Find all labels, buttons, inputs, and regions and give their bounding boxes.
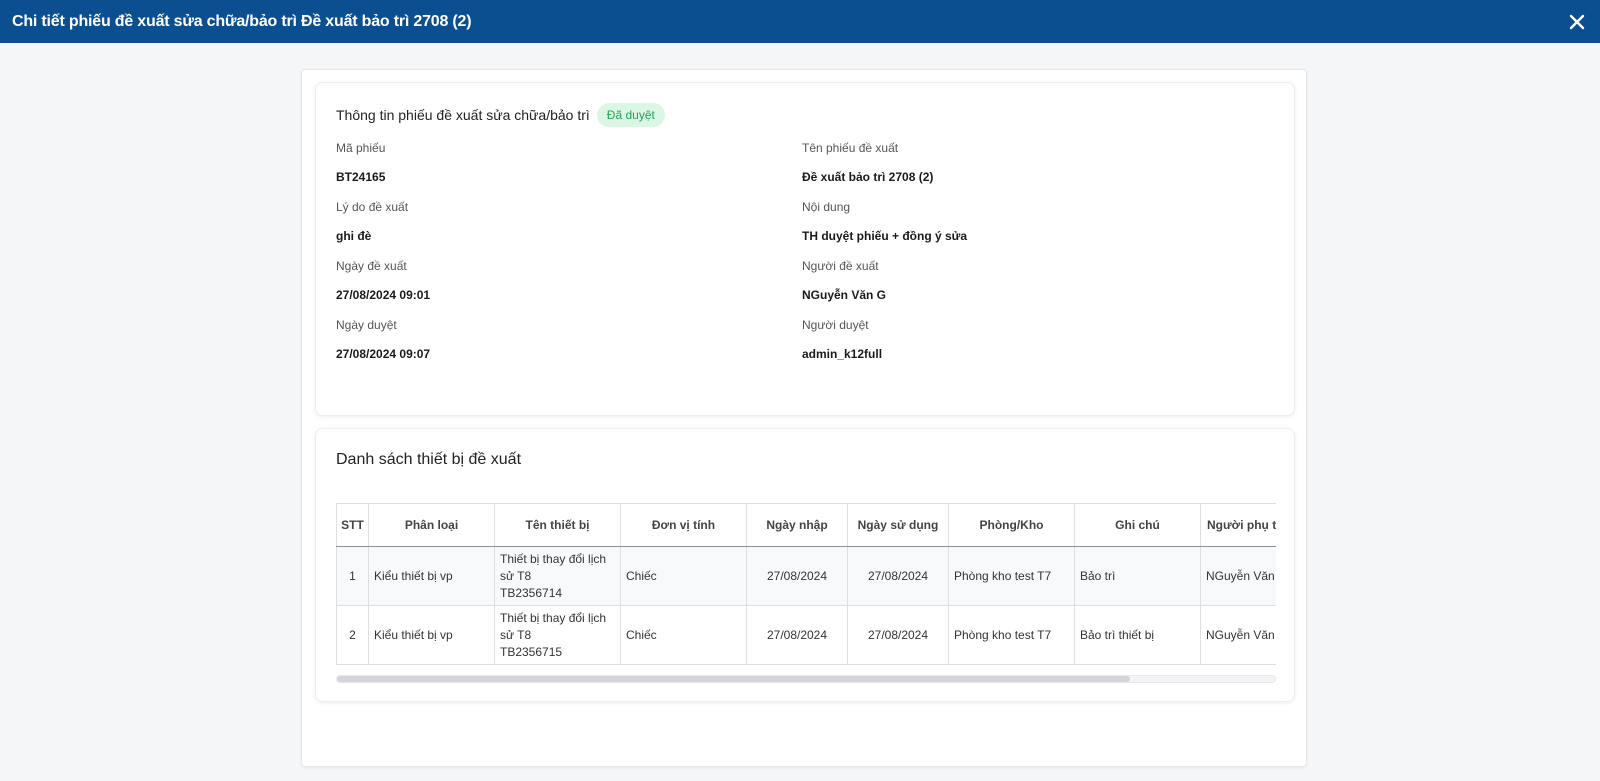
column-header: Ghi chú: [1074, 503, 1201, 547]
close-icon: [1569, 14, 1585, 29]
table-row[interactable]: 2 Kiểu thiết bị vp Thiết bị thay đổi lịc…: [336, 605, 1276, 665]
cell-stt: 1: [336, 546, 369, 606]
field-label: Tên phiếu đề xuất: [802, 141, 899, 155]
device-code: TB2356715: [500, 644, 563, 659]
column-header: Phòng/Kho: [948, 503, 1075, 547]
column-header: Tên thiết bị: [494, 503, 621, 547]
device-list-card: Danh sách thiết bị đề xuất STT Phân loại…: [315, 428, 1295, 702]
field-label: Nội dung: [802, 200, 851, 214]
cell-note: Bảo trì: [1074, 546, 1201, 606]
field-nguoi-de-xuat: Người đề xuất NGuyễn Văn G: [802, 259, 1242, 302]
field-value: admin_k12full: [802, 347, 883, 361]
device-list-title: Danh sách thiết bị đề xuất: [336, 451, 522, 468]
cell-import-date: 27/08/2024: [746, 546, 848, 606]
info-title: Thông tin phiếu đề xuất sửa chữa/bảo trì: [336, 107, 590, 123]
horizontal-scrollbar[interactable]: [336, 675, 1276, 683]
field-value: NGuyễn Văn G: [802, 288, 887, 302]
field-value: 27/08/2024 09:07: [336, 347, 431, 361]
device-name: Thiết bị thay đổi lịch sử T8: [500, 610, 607, 642]
field-ly-do: Lý do đề xuất ghi đè: [336, 200, 776, 243]
scrollbar-thumb[interactable]: [337, 676, 1130, 682]
field-noi-dung: Nội dung TH duyệt phiếu + đồng ý sửa: [802, 200, 1242, 243]
info-card: Thông tin phiếu đề xuất sửa chữa/bảo trì…: [315, 82, 1295, 416]
table-row[interactable]: 1 Kiểu thiết bị vp Thiết bị thay đổi lịc…: [336, 546, 1276, 606]
status-badge: Đã duyệt: [596, 103, 665, 127]
field-ma-phieu: Mã phiếu BT24165: [336, 141, 776, 184]
field-ten-phieu: Tên phiếu đề xuất Đề xuất bảo trì 2708 (…: [802, 141, 1242, 184]
cell-stt: 2: [336, 605, 369, 665]
cell-device-name: Thiết bị thay đổi lịch sử T8 TB2356715: [494, 605, 621, 665]
field-value: 27/08/2024 09:01: [336, 288, 431, 302]
device-name: Thiết bị thay đổi lịch sử T8: [500, 551, 607, 583]
field-value: BT24165: [336, 170, 386, 184]
device-code: TB2356714: [500, 585, 563, 600]
field-value: TH duyệt phiếu + đồng ý sửa: [802, 229, 968, 243]
field-label: Ngày đề xuất: [336, 259, 407, 273]
cell-category: Kiểu thiết bị vp: [368, 605, 495, 665]
cell-unit: Chiếc: [620, 546, 747, 606]
detail-sheet: Thông tin phiếu đề xuất sửa chữa/bảo trì…: [301, 69, 1307, 767]
field-label: Mã phiếu: [336, 141, 386, 155]
cell-category: Kiểu thiết bị vp: [368, 546, 495, 606]
field-value: ghi đè: [336, 229, 372, 243]
field-label: Người đề xuất: [802, 259, 879, 273]
field-nguoi-duyet: Người duyệt admin_k12full: [802, 318, 1242, 361]
column-header: Phân loại: [368, 503, 495, 547]
field-ngay-de-xuat: Ngày đề xuất 27/08/2024 09:01: [336, 259, 776, 302]
field-value: Đề xuất bảo trì 2708 (2): [802, 170, 934, 184]
cell-person: NGuyễn Văn G: [1200, 605, 1276, 665]
cell-use-date: 27/08/2024: [847, 605, 949, 665]
cell-unit: Chiếc: [620, 605, 747, 665]
cell-room: Phòng kho test T7: [948, 605, 1075, 665]
cell-note: Bảo trì thiết bị: [1074, 605, 1201, 665]
cell-room: Phòng kho test T7: [948, 546, 1075, 606]
device-table-container: STT Phân loại Tên thiết bị Đơn vị tính N…: [336, 503, 1276, 665]
cell-device-name: Thiết bị thay đổi lịch sử T8 TB2356714: [494, 546, 621, 606]
info-header: Thông tin phiếu đề xuất sửa chữa/bảo trì…: [336, 103, 665, 127]
field-label: Ngày duyệt: [336, 318, 397, 332]
close-button[interactable]: [1566, 11, 1588, 33]
column-header: Ngày sử dụng: [847, 503, 949, 547]
column-header: Ngày nhập: [746, 503, 848, 547]
device-table: STT Phân loại Tên thiết bị Đơn vị tính N…: [336, 503, 1276, 665]
modal-title: Chi tiết phiếu đề xuất sửa chữa/bảo trì …: [12, 12, 472, 30]
column-header: STT: [336, 503, 369, 547]
field-ngay-duyet: Ngày duyệt 27/08/2024 09:07: [336, 318, 776, 361]
table-header-row: STT Phân loại Tên thiết bị Đơn vị tính N…: [336, 503, 1276, 547]
column-header: Người phụ trách sửa chữa: [1200, 503, 1276, 547]
field-label: Lý do đề xuất: [336, 200, 409, 214]
cell-person: NGuyễn Văn G: [1200, 546, 1276, 606]
column-header: Đơn vị tính: [620, 503, 747, 547]
cell-use-date: 27/08/2024: [847, 546, 949, 606]
field-label: Người duyệt: [802, 318, 869, 332]
modal-header: Chi tiết phiếu đề xuất sửa chữa/bảo trì …: [0, 0, 1600, 43]
cell-import-date: 27/08/2024: [746, 605, 848, 665]
